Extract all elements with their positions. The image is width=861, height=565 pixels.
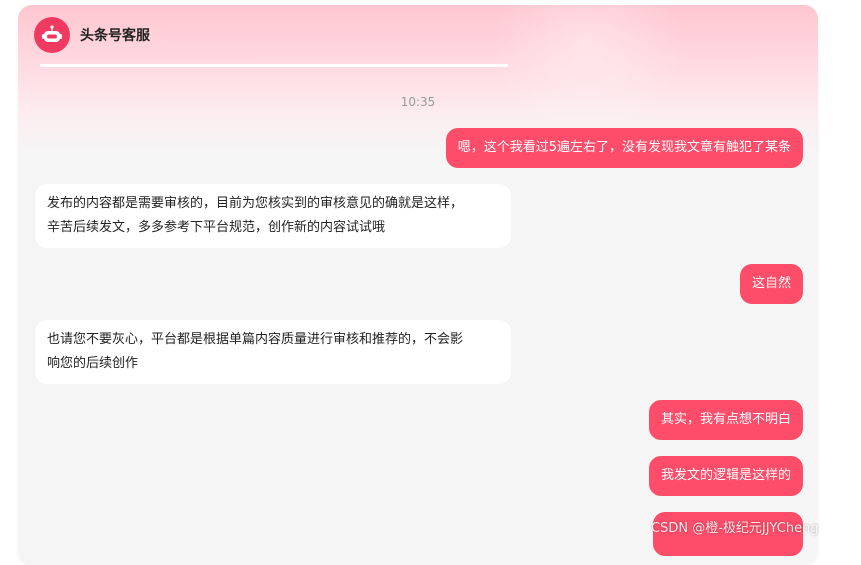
progress-bar (40, 64, 508, 67)
message-timestamp: 10:35 (400, 95, 436, 109)
avatar (34, 17, 70, 53)
user-message: 这自然 (739, 264, 803, 304)
chat-window: 头条号客服 10:35 嗯，这个我看过5遍左右了，没有发现我文章有触犯了某条 发… (18, 5, 818, 565)
message-line: 辛苦后续发文，多多参考下平台规范，创作新的内容试试哦 (47, 220, 386, 235)
agent-message: 发布的内容都是需要审核的，目前为您核实到的审核意见的确就是这样， 辛苦后续发文，… (35, 184, 511, 248)
message-line: 也请您不要灰心，平台都是根据单篇内容质量进行审核和推荐的，不会影 (47, 332, 464, 347)
message-line: 响您的后续创作 (47, 356, 139, 371)
progress-fill (40, 64, 508, 67)
message-text: 其实，我有点想不明白 (660, 412, 791, 427)
message-text: 这自然 (751, 276, 791, 291)
user-message: 我发文的逻辑是这样的 (648, 456, 803, 496)
message-text: 嗯，这个我看过5遍左右了，没有发现我文章有触犯了某条 (457, 140, 791, 155)
watermark: CSDN @橙-极纪元JJYCheng (651, 521, 819, 536)
message-text: 我发文的逻辑是这样的 (660, 468, 791, 483)
chat-title: 头条号客服 (80, 28, 150, 44)
user-message: 其实，我有点想不明白 (648, 400, 803, 440)
agent-message: 也请您不要灰心，平台都是根据单篇内容质量进行审核和推荐的，不会影 响您的后续创作 (35, 320, 511, 384)
message-line: 发布的内容都是需要审核的，目前为您核实到的审核意见的确就是这样， (47, 196, 464, 211)
robot-icon (42, 25, 62, 42)
chat-header: 头条号客服 (34, 17, 150, 53)
user-message: 嗯，这个我看过5遍左右了，没有发现我文章有触犯了某条 (445, 128, 803, 168)
